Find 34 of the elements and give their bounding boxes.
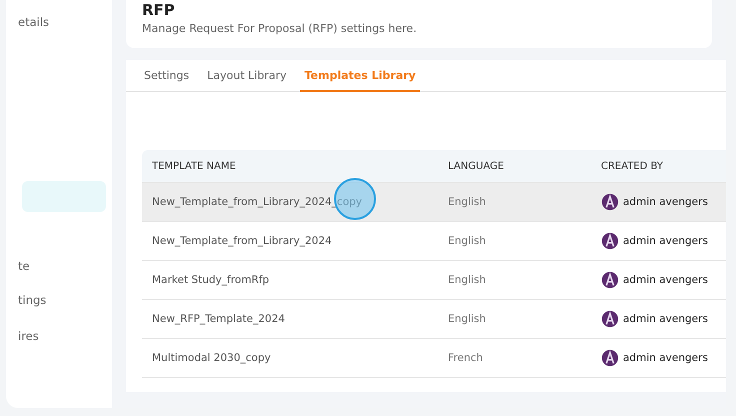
page-subtitle: Manage Request For Proposal (RFP) settings here. [142, 22, 418, 35]
column-header: TEMPLATE NAME [151, 160, 237, 172]
column-header: LANGUAGE [448, 160, 505, 172]
tab[interactable]: Settings [140, 69, 194, 92]
language: French [448, 352, 484, 364]
template-name: New_RFP_Template_2024 [151, 313, 286, 325]
creator-name: admin avengers [623, 352, 708, 364]
creator-name: admin avengers [623, 274, 708, 286]
avatar-icon [601, 232, 619, 250]
sidebar-item[interactable]: tings [6, 290, 112, 310]
template-name: Multimodal 2030_copy [151, 352, 272, 364]
sidebar-item[interactable]: te [6, 256, 112, 276]
language: English [448, 313, 487, 325]
avatar-icon [601, 271, 619, 289]
table-row[interactable]: Market Study_fromRfp English admin avengers [142, 261, 726, 300]
column-header: CREATED BY [601, 160, 664, 172]
creator-name: admin avengers [623, 196, 708, 208]
table-row[interactable]: New_RFP_Template_2024 English admin avengers [142, 300, 726, 339]
creator-name: admin avengers [623, 235, 708, 247]
tab[interactable]: Layout Library [203, 69, 290, 92]
sidebar-item[interactable]: ires [6, 326, 112, 346]
table-row[interactable]: New_Template_from_Library_2024 English admin avengers [142, 222, 726, 261]
sidebar-item[interactable]: etails [6, 12, 112, 32]
template-name: Market Study_fromRfp [151, 274, 270, 286]
template-name: New_Template_from_Library_2024 [151, 235, 333, 247]
language: English [448, 274, 487, 286]
table-row[interactable]: Multimodal 2030_copy French admin avengers [142, 339, 726, 378]
avatar-icon [601, 193, 619, 211]
creator-name: admin avengers [623, 313, 708, 325]
avatar-icon [601, 310, 619, 328]
page-title: RFP [142, 2, 176, 19]
avatar-icon [601, 349, 619, 367]
language: English [448, 235, 487, 247]
language: English [448, 196, 487, 208]
